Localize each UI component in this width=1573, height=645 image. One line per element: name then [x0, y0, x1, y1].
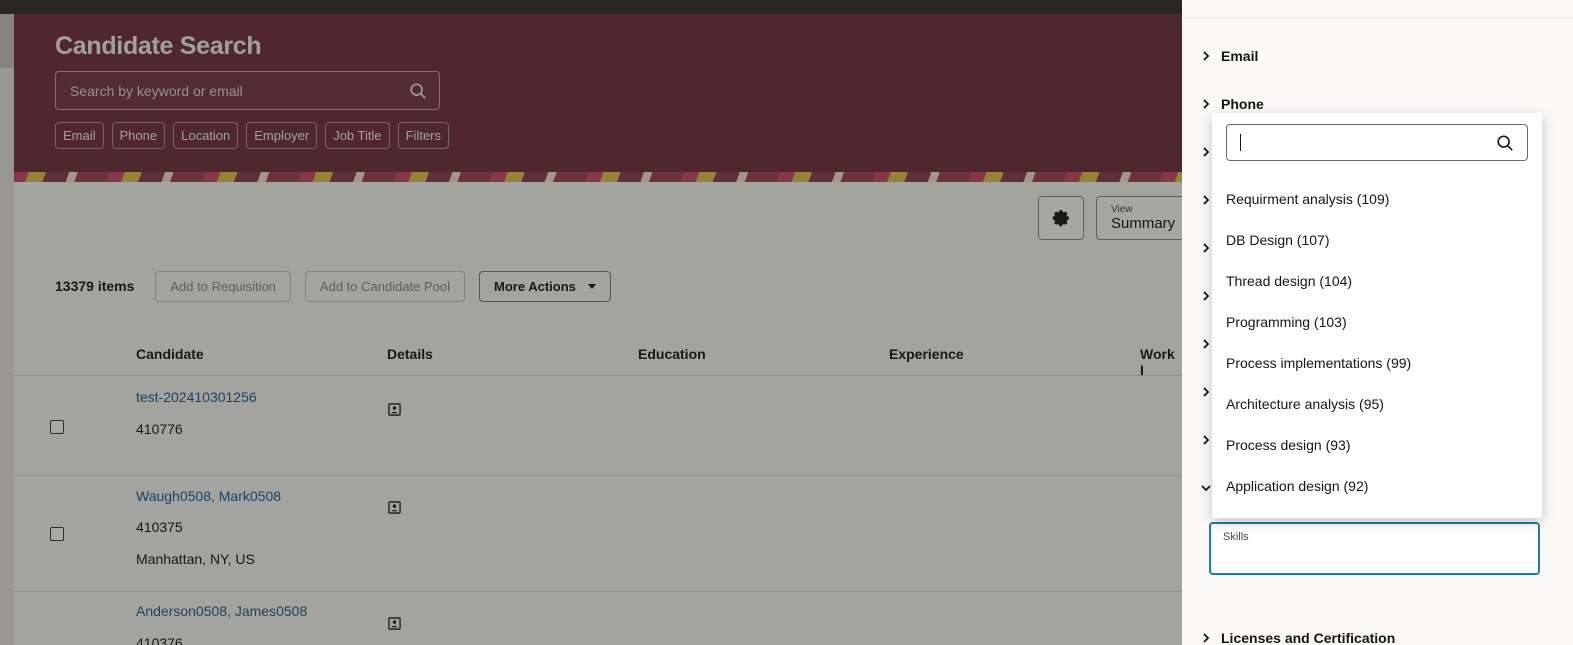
- skill-option[interactable]: Thread design (104): [1226, 273, 1352, 289]
- chevron-down-icon[interactable]: [1201, 483, 1211, 493]
- section-licenses[interactable]: Licenses and Certification: [1201, 630, 1395, 645]
- section-phone[interactable]: Phone: [1201, 96, 1264, 112]
- text-cursor: [1240, 134, 1241, 151]
- chevron-right-icon: [1203, 99, 1210, 109]
- chevron-right-icon: [1203, 633, 1210, 643]
- skills-field[interactable]: Skills: [1209, 522, 1540, 575]
- section-licenses-label: Licenses and Certification: [1221, 630, 1396, 645]
- chevron-right-icon[interactable]: [1201, 195, 1211, 205]
- chevron-right-icon[interactable]: [1201, 387, 1211, 397]
- drawer-divider: [1182, 17, 1573, 18]
- chevron-right-icon[interactable]: [1201, 435, 1211, 445]
- chevron-right-icon[interactable]: [1201, 291, 1211, 301]
- chevron-right-icon[interactable]: [1201, 243, 1211, 253]
- chevron-right-icon[interactable]: [1201, 339, 1211, 349]
- skill-option[interactable]: Process implementations (99): [1226, 355, 1411, 371]
- skill-option[interactable]: Requirment analysis (109): [1226, 191, 1389, 207]
- skill-option[interactable]: DB Design (107): [1226, 232, 1330, 248]
- section-phone-label: Phone: [1221, 96, 1264, 112]
- skills-label: Skills: [1223, 531, 1249, 543]
- search-icon[interactable]: [1496, 134, 1514, 152]
- chevron-right-icon: [1203, 51, 1210, 61]
- modal-overlay[interactable]: [0, 0, 1182, 645]
- skills-search-input[interactable]: [1227, 125, 1487, 159]
- chevron-right-icon[interactable]: [1201, 147, 1211, 157]
- skills-search: [1226, 124, 1528, 161]
- skill-option[interactable]: Application design (92): [1226, 478, 1368, 494]
- section-email[interactable]: Email: [1201, 48, 1258, 64]
- skills-dropdown: Requirment analysis (109) DB Design (107…: [1212, 113, 1542, 518]
- skill-option[interactable]: Architecture analysis (95): [1226, 396, 1384, 412]
- skill-option[interactable]: Programming (103): [1226, 314, 1347, 330]
- skill-option[interactable]: Process design (93): [1226, 437, 1351, 453]
- section-email-label: Email: [1221, 48, 1259, 64]
